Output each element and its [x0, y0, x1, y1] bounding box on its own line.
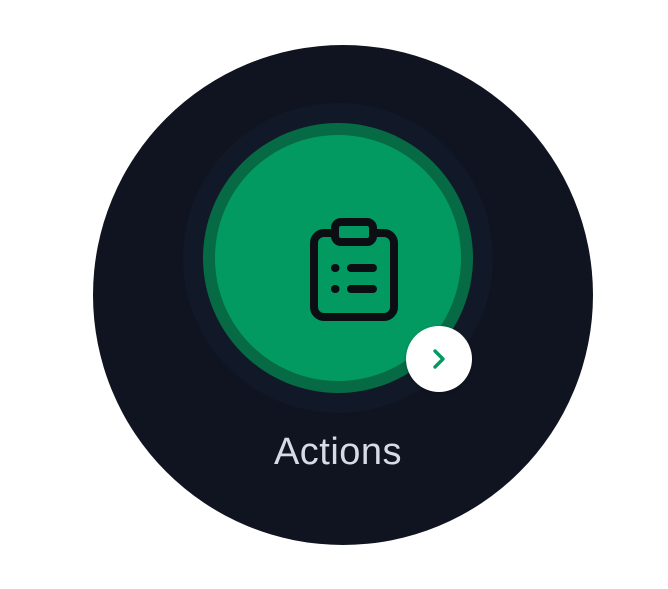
chevron-right-icon: [433, 349, 445, 369]
actions-label: Actions: [273, 431, 403, 473]
clipboard-list-icon: [310, 218, 398, 321]
chevron-badge[interactable]: [406, 326, 472, 392]
